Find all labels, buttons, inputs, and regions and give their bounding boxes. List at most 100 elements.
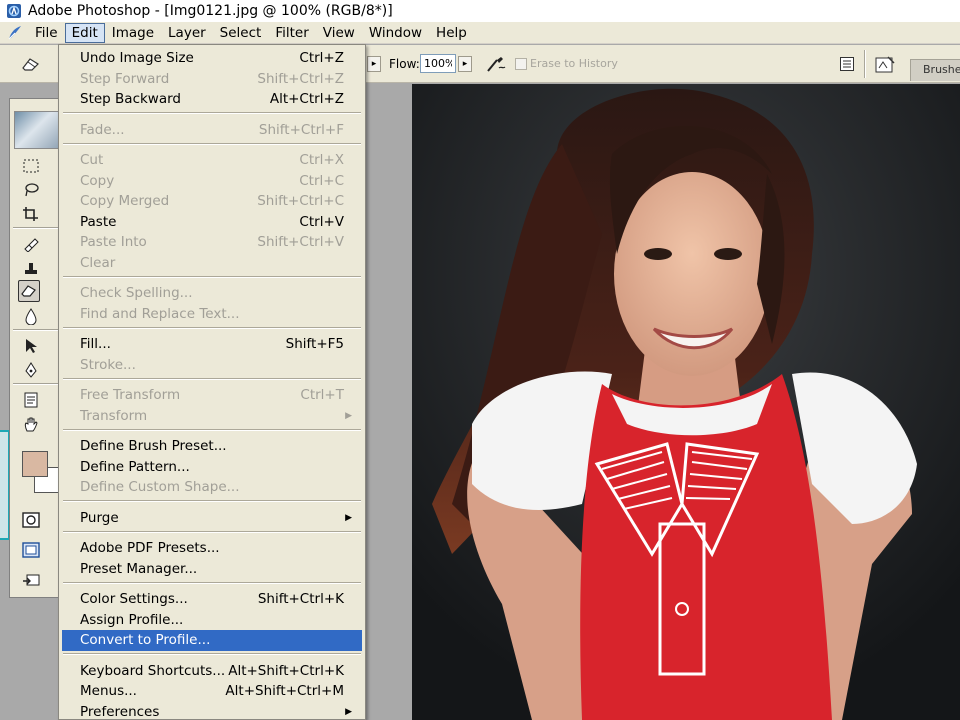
menu-item-free-transform[interactable]: Free Transform Ctrl+T xyxy=(62,385,362,406)
menu-view[interactable]: View xyxy=(316,23,362,43)
flow-input[interactable] xyxy=(420,54,456,73)
menu-item-fill[interactable]: Fill... Shift+F5 xyxy=(62,334,362,355)
menu-separator xyxy=(63,327,361,329)
image-canvas[interactable] xyxy=(412,84,960,720)
airbrush-icon[interactable] xyxy=(484,53,508,75)
menu-item-shortcut: Ctrl+T xyxy=(300,387,344,404)
menu-item-label: Define Brush Preset... xyxy=(80,438,227,455)
menu-item-label: Undo Image Size xyxy=(80,50,194,67)
brush-palette-icon[interactable] xyxy=(838,55,856,73)
menu-select[interactable]: Select xyxy=(213,23,269,43)
menu-separator xyxy=(63,112,361,114)
menu-item-label: Preset Manager... xyxy=(80,560,198,577)
menu-item-shortcut: Alt+Ctrl+Z xyxy=(269,91,344,108)
erase-to-history-label: Erase to History xyxy=(530,57,618,70)
menu-item-convert-to-profile[interactable]: Convert to Profile... xyxy=(62,630,362,651)
menu-item-keyboard-shortcuts[interactable]: Keyboard Shortcuts... Alt+Shift+Ctrl+K xyxy=(62,661,362,682)
screen-mode-icon[interactable] xyxy=(20,539,42,561)
menu-item-assign-profile[interactable]: Assign Profile... xyxy=(62,610,362,631)
menu-item-clear[interactable]: Clear xyxy=(62,253,362,274)
marquee-tool-icon[interactable] xyxy=(20,155,42,177)
menu-item-find-and-replace-text[interactable]: Find and Replace Text... xyxy=(62,304,362,325)
menu-item-menus[interactable]: Menus... Alt+Shift+Ctrl+M xyxy=(62,681,362,702)
menu-item-label: Fill... xyxy=(80,336,111,353)
menu-item-color-settings[interactable]: Color Settings... Shift+Ctrl+K xyxy=(62,589,362,610)
menu-filter[interactable]: Filter xyxy=(268,23,315,43)
menu-item-fade[interactable]: Fade... Shift+Ctrl+F xyxy=(62,120,362,141)
menu-item-transform[interactable]: Transform ▶ xyxy=(62,406,362,427)
erase-to-history-checkbox[interactable] xyxy=(515,58,527,70)
menu-item-label: Purge xyxy=(80,509,119,526)
crop-tool-icon[interactable] xyxy=(20,203,42,225)
menu-item-label: Adobe PDF Presets... xyxy=(80,540,220,557)
flow-label: Flow: xyxy=(389,57,420,71)
menu-item-label: Preferences xyxy=(80,703,160,720)
toolbox-divider xyxy=(13,383,59,385)
menu-image[interactable]: Image xyxy=(105,23,161,43)
menu-item-preferences[interactable]: Preferences ▶ xyxy=(62,702,362,720)
eraser-tool-icon[interactable] xyxy=(18,280,40,302)
clone-stamp-tool-icon[interactable] xyxy=(20,257,42,279)
menu-item-purge[interactable]: Purge ▶ xyxy=(62,508,362,529)
menu-item-undo-image-size[interactable]: Undo Image Size Ctrl+Z xyxy=(62,48,362,69)
menu-item-define-pattern[interactable]: Define Pattern... xyxy=(62,457,362,478)
file-browser-icon[interactable] xyxy=(872,53,898,77)
menu-file[interactable]: File xyxy=(28,23,65,43)
menu-window[interactable]: Window xyxy=(362,23,429,43)
jump-to-imageready-icon[interactable] xyxy=(20,569,42,591)
menu-item-label: Clear xyxy=(80,254,116,271)
menu-item-copy-merged[interactable]: Copy Merged Shift+Ctrl+C xyxy=(62,191,362,212)
menu-item-label: Convert to Profile... xyxy=(80,632,211,649)
lasso-tool-icon[interactable] xyxy=(20,179,42,201)
hand-tool-icon[interactable] xyxy=(20,413,42,435)
menu-item-step-forward[interactable]: Step Forward Shift+Ctrl+Z xyxy=(62,69,362,90)
menu-item-step-backward[interactable]: Step Backward Alt+Ctrl+Z xyxy=(62,89,362,110)
menu-item-shortcut: Shift+Ctrl+Z xyxy=(257,70,344,87)
menu-item-define-brush-preset[interactable]: Define Brush Preset... xyxy=(62,436,362,457)
opacity-arrow-button[interactable]: ▸ xyxy=(367,56,381,72)
submenu-arrow-icon: ▶ xyxy=(345,706,352,717)
notes-tool-icon[interactable] xyxy=(20,389,42,411)
menu-item-adobe-pdf-presets[interactable]: Adobe PDF Presets... xyxy=(62,538,362,559)
submenu-arrow-icon: ▶ xyxy=(345,512,352,523)
menu-separator xyxy=(63,582,361,584)
menu-item-shortcut: Ctrl+X xyxy=(299,152,344,169)
menu-item-label: Paste xyxy=(80,213,117,230)
path-selection-tool-icon[interactable] xyxy=(20,335,42,357)
menu-item-label: Keyboard Shortcuts... xyxy=(80,662,226,679)
options-separator xyxy=(864,50,866,78)
menu-item-check-spelling[interactable]: Check Spelling... xyxy=(62,283,362,304)
edit-menu-dropdown: Undo Image Size Ctrl+Z Step Forward Shift+C… xyxy=(58,44,366,720)
menu-help[interactable]: Help xyxy=(429,23,474,43)
menu-item-shortcut: Shift+Ctrl+V xyxy=(257,234,344,251)
brushes-palette-tab[interactable]: Brushes xyxy=(910,59,960,81)
healing-brush-tool-icon[interactable] xyxy=(20,233,42,255)
menu-separator xyxy=(63,378,361,380)
menu-item-paste[interactable]: Paste Ctrl+V xyxy=(62,212,362,233)
pen-tool-icon[interactable] xyxy=(20,359,42,381)
photo-portrait xyxy=(412,84,960,720)
flow-arrow-button[interactable]: ▸ xyxy=(458,56,472,72)
menu-item-label: Menus... xyxy=(80,683,137,700)
menu-item-define-custom-shape[interactable]: Define Custom Shape... xyxy=(62,477,362,498)
toolbox-feather-logo[interactable] xyxy=(14,111,62,149)
eraser-tool-preset-icon[interactable] xyxy=(18,53,44,75)
menu-item-stroke[interactable]: Stroke... xyxy=(62,355,362,376)
photoshop-feather-icon[interactable] xyxy=(4,23,26,43)
menu-item-shortcut: Alt+Shift+Ctrl+M xyxy=(225,683,344,700)
menu-item-preset-manager[interactable]: Preset Manager... xyxy=(62,559,362,580)
menu-item-shortcut: Alt+Shift+Ctrl+K xyxy=(228,662,344,679)
submenu-arrow-icon: ▶ xyxy=(345,410,352,421)
blur-tool-icon[interactable] xyxy=(20,305,42,327)
menu-item-cut[interactable]: Cut Ctrl+X xyxy=(62,150,362,171)
menu-layer[interactable]: Layer xyxy=(161,23,213,43)
menu-item-paste-into[interactable]: Paste Into Shift+Ctrl+V xyxy=(62,232,362,253)
menu-item-shortcut: Shift+Ctrl+F xyxy=(258,121,344,138)
menu-edit[interactable]: Edit xyxy=(64,22,105,43)
foreground-color-swatch[interactable] xyxy=(22,451,48,477)
menu-item-label: Check Spelling... xyxy=(80,285,193,302)
menu-separator xyxy=(63,429,361,431)
standard-mode-icon[interactable] xyxy=(20,509,42,531)
menu-item-label: Find and Replace Text... xyxy=(80,305,240,322)
menu-item-copy[interactable]: Copy Ctrl+C xyxy=(62,171,362,192)
